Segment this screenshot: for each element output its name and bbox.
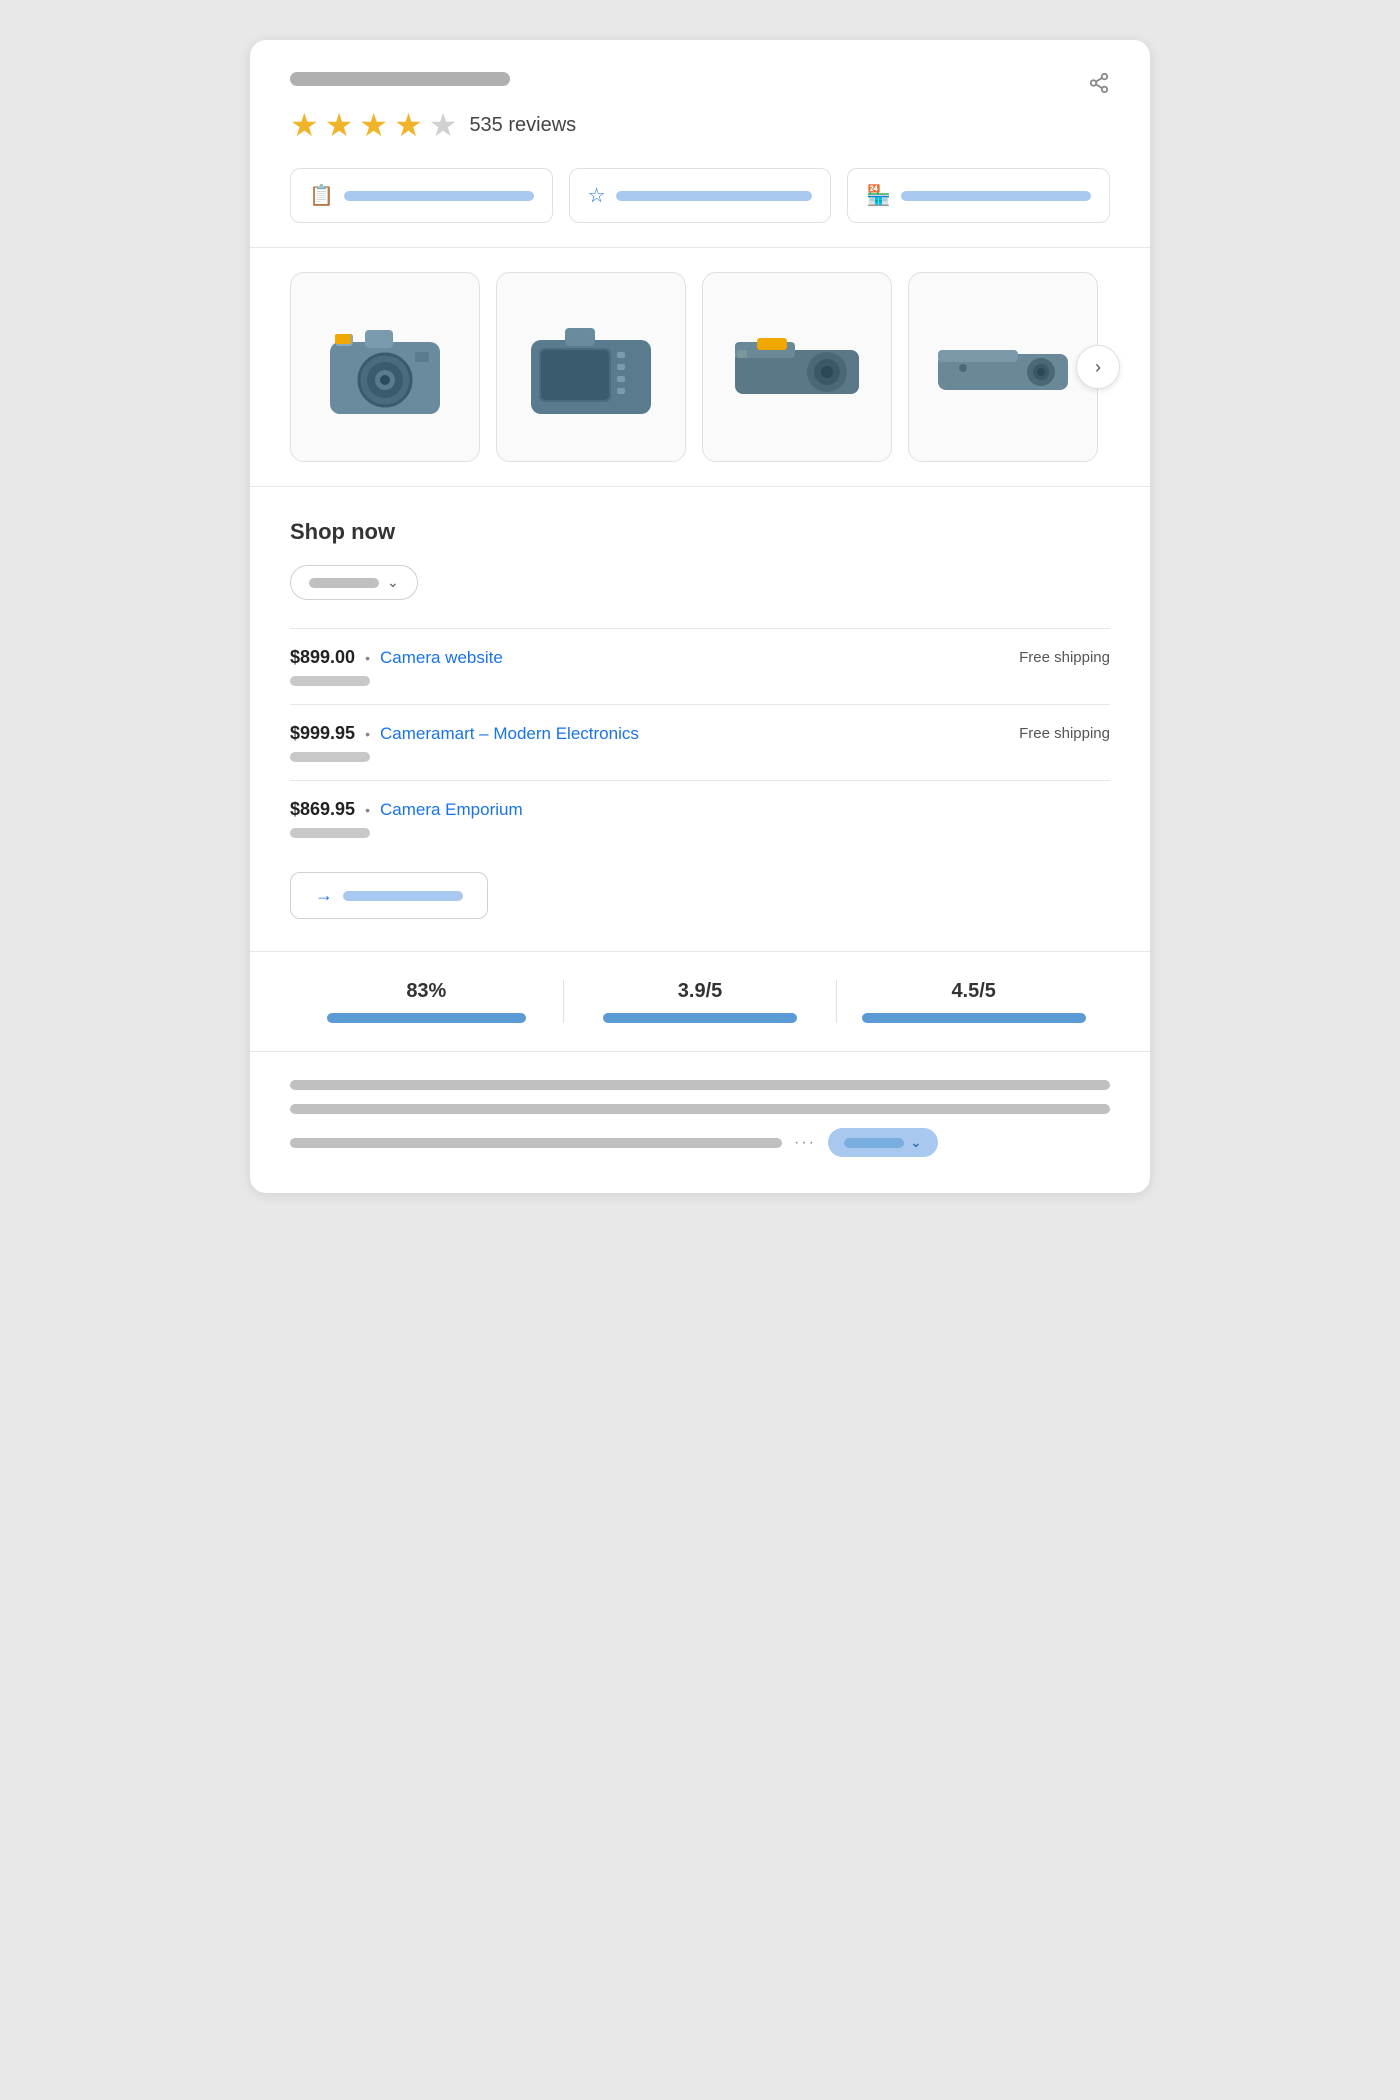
star-3: ★ [359,106,388,144]
camera-website-link[interactable]: Camera website [380,648,503,668]
shop-item-3-sub [290,828,370,838]
star-4: ★ [394,106,423,144]
specs-button[interactable]: 📋 [290,168,553,223]
store-label-bar [901,191,1091,201]
share-icon[interactable] [1048,40,1150,132]
shop-item-1-dot: • [365,650,370,666]
text-last-row: ··· ⌄ [290,1128,1110,1157]
star-icon: ☆ [588,183,606,208]
arrow-right-icon: → [315,885,333,906]
clipboard-icon: 📋 [309,183,334,208]
stat-item-1: 83% [290,980,564,1023]
shop-item-2-price: $999.95 [290,723,355,744]
stat-1-value: 83% [406,980,446,1003]
expand-chevron-icon: ⌄ [910,1134,922,1151]
save-button[interactable]: ☆ [569,168,832,223]
action-buttons-row: 📋 ☆ 🏪 [290,168,1110,223]
description-section: ··· ⌄ [250,1052,1150,1193]
text-line-1 [290,1080,1110,1090]
more-label-bar [343,891,463,901]
stat-item-3: 4.5/5 [837,980,1110,1023]
shop-item-2-shipping: Free shipping [1019,725,1110,742]
camera-thumb-2[interactable] [496,272,686,462]
star-1: ★ [290,106,319,144]
shop-item-3-left: $869.95 • Camera Emporium [290,799,523,820]
ellipsis-label: ··· [794,1134,816,1152]
stat-3-value: 4.5/5 [951,980,995,1003]
shop-section: Shop now ⌄ $899.00 • Camera website Free… [250,487,1150,952]
filter-button[interactable]: ⌄ [290,565,418,600]
shop-now-title: Shop now [290,519,1110,545]
camera-images-section: › [250,248,1150,487]
cameramart-link[interactable]: Cameramart – Modern Electronics [380,724,639,744]
stats-section: 83% 3.9/5 4.5/5 [250,952,1150,1052]
images-row [290,272,1110,462]
shop-item-3-price: $869.95 [290,799,355,820]
shop-item-2-top: $999.95 • Cameramart – Modern Electronic… [290,723,1110,744]
shop-item-1-shipping: Free shipping [1019,649,1110,666]
review-count: 535 reviews [469,114,576,137]
filter-chevron-icon: ⌄ [387,574,399,591]
stat-3-bar [862,1013,1086,1023]
shop-item-1-price: $899.00 [290,647,355,668]
camera-thumb-4[interactable] [908,272,1098,462]
stat-1-bar [327,1013,526,1023]
shop-item-3-dot: • [365,802,370,818]
expand-chip-label-bar [844,1138,904,1148]
product-title-bar [290,72,510,86]
shop-item-2-sub [290,752,370,762]
stat-2-bar [603,1013,797,1023]
shop-item-2: $999.95 • Cameramart – Modern Electronic… [290,704,1110,780]
star-2: ★ [325,106,354,144]
stat-item-2: 3.9/5 [564,980,838,1023]
specs-label-bar [344,191,534,201]
shop-item-3-top: $869.95 • Camera Emporium [290,799,1110,820]
save-label-bar [616,191,813,201]
star-5: ★ [429,106,458,144]
camera-emporium-link[interactable]: Camera Emporium [380,800,523,820]
camera-thumb-3[interactable] [702,272,892,462]
expand-chip-button[interactable]: ⌄ [828,1128,938,1157]
text-line-3 [290,1138,782,1148]
more-results-button[interactable]: → [290,872,488,919]
rating-row: ★ ★ ★ ★ ★ 535 reviews [290,106,1110,144]
store-icon: 🏪 [866,183,891,208]
store-button[interactable]: 🏪 [847,168,1110,223]
shop-item-2-dot: • [365,726,370,742]
shop-item-1-sub [290,676,370,686]
shop-item-3: $869.95 • Camera Emporium [290,780,1110,856]
shop-item-2-left: $999.95 • Cameramart – Modern Electronic… [290,723,639,744]
text-line-2 [290,1104,1110,1114]
shop-item-1-top: $899.00 • Camera website Free shipping [290,647,1110,668]
filter-label-bar [309,578,379,588]
shop-item-1: $899.00 • Camera website Free shipping [290,628,1110,704]
next-image-button[interactable]: › [1076,345,1120,389]
shop-item-1-left: $899.00 • Camera website [290,647,503,668]
stat-2-value: 3.9/5 [678,980,722,1003]
camera-thumb-1[interactable] [290,272,480,462]
